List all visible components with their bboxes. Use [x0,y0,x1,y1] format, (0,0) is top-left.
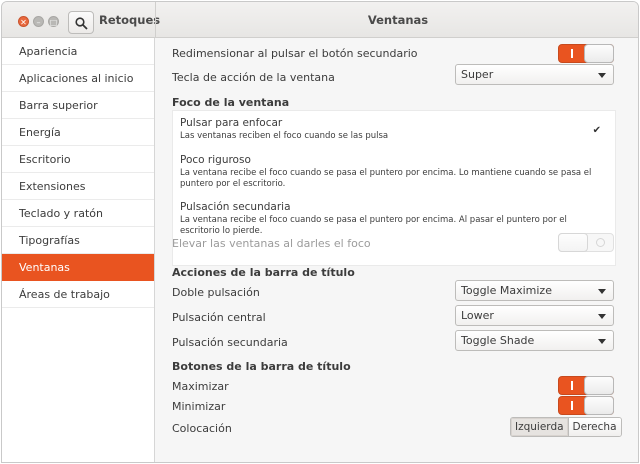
action-key-select[interactable]: Super [455,64,614,85]
secondary-click-label: Pulsación secundaria [172,336,288,349]
sidebar: Apariencia Aplicaciones al inicio Barra … [2,38,155,462]
maximize-window-button[interactable]: □ [48,16,59,27]
secondary-click-select[interactable]: Toggle Shade [455,330,614,351]
focus-option-description: La ventana recibe el foco cuando se pasa… [180,215,567,236]
close-window-button[interactable]: ✕ [18,16,29,27]
sidebar-item-escritorio[interactable]: Escritorio [2,146,154,173]
sidebar-item-apariencia[interactable]: Apariencia [2,38,154,65]
focus-option-secondary[interactable]: Pulsación secundaria La ventana recibe e… [180,201,605,237]
search-icon [75,17,88,30]
double-click-label: Doble pulsación [172,286,260,299]
focus-section-title: Foco de la ventana [172,96,290,109]
resize-secondary-row: Redimensionar al pulsar el botón secunda… [172,46,614,66]
titlebar-actions-title: Acciones de la barra de título [172,266,355,279]
raise-on-focus-row: Elevar las ventanas al darles el foco [172,236,614,256]
switch-on-mark [571,49,573,58]
chevron-down-icon [598,339,606,344]
tweaks-window: ✕ – □ Retoques Ventanas Apariencia Aplic… [1,1,639,463]
raise-on-focus-label: Elevar las ventanas al darles el foco [172,237,371,250]
middle-click-select[interactable]: Lower [455,305,614,326]
sidebar-item-barra-superior[interactable]: Barra superior [2,92,154,119]
maximize-row: Maximizar [172,379,614,399]
maximize-label: Maximizar [172,380,229,393]
action-key-label: Tecla de acción de la ventana [172,71,335,84]
minimize-row: Minimizar [172,399,614,419]
focus-option-title: Pulsar para enfocar [180,117,283,129]
chevron-down-icon [598,314,606,319]
middle-click-value: Lower [461,309,494,322]
switch-knob [584,376,614,395]
maximize-switch[interactable] [558,376,614,395]
switch-off-mark [596,238,605,247]
sidebar-item-aplicaciones-al-inicio[interactable]: Aplicaciones al inicio [2,65,154,92]
focus-option-description: Las ventanas reciben el foco cuando se l… [180,131,389,141]
minimize-window-button[interactable]: – [33,16,44,27]
secondary-click-value: Toggle Shade [461,334,535,347]
header-bar: ✕ – □ Retoques Ventanas [2,2,638,38]
placement-toggle: Izquierda Derecha [510,417,622,437]
app-title: Retoques [99,13,161,27]
check-icon: ✔ [592,125,601,136]
minimize-switch[interactable] [558,396,614,415]
raise-on-focus-switch[interactable] [558,233,614,252]
sidebar-item-extensiones[interactable]: Extensiones [2,173,154,200]
focus-option-title: Poco riguroso [180,154,251,166]
switch-knob [584,44,614,63]
titlebar-buttons-title: Botones de la barra de título [172,360,351,373]
search-button[interactable] [68,11,94,34]
chevron-down-icon [598,289,606,294]
focus-option-description: La ventana recibe el foco cuando se pasa… [180,168,592,189]
focus-option-sloppy[interactable]: Poco riguroso La ventana recibe el foco … [180,154,605,190]
minimize-label: Minimizar [172,400,226,413]
middle-click-label: Pulsación central [172,311,266,324]
page-title: Ventanas [367,13,429,27]
placement-left-button[interactable]: Izquierda [511,418,569,436]
resize-secondary-switch[interactable] [558,44,614,63]
chevron-down-icon [598,73,606,78]
double-click-value: Toggle Maximize [461,284,552,297]
switch-knob [584,396,614,415]
sidebar-item-teclado-y-raton[interactable]: Teclado y ratón [2,200,154,227]
focus-option-click[interactable]: Pulsar para enfocar Las ventanas reciben… [180,117,605,142]
double-click-select[interactable]: Toggle Maximize [455,280,614,301]
sidebar-item-areas-de-trabajo[interactable]: Áreas de trabajo [2,281,154,308]
focus-option-title: Pulsación secundaria [180,201,291,213]
settings-panel: Redimensionar al pulsar el botón secunda… [156,38,638,462]
action-key-value: Super [461,68,494,81]
resize-secondary-label: Redimensionar al pulsar el botón secunda… [172,47,418,60]
sidebar-item-energia[interactable]: Energía [2,119,154,146]
switch-on-mark [571,381,573,390]
switch-on-mark [571,401,573,410]
placement-right-button[interactable]: Derecha [568,418,621,436]
sidebar-item-ventanas[interactable]: Ventanas [2,254,154,281]
sidebar-item-tipografias[interactable]: Tipografías [2,227,154,254]
switch-knob [558,233,588,252]
placement-label: Colocación [172,422,232,435]
